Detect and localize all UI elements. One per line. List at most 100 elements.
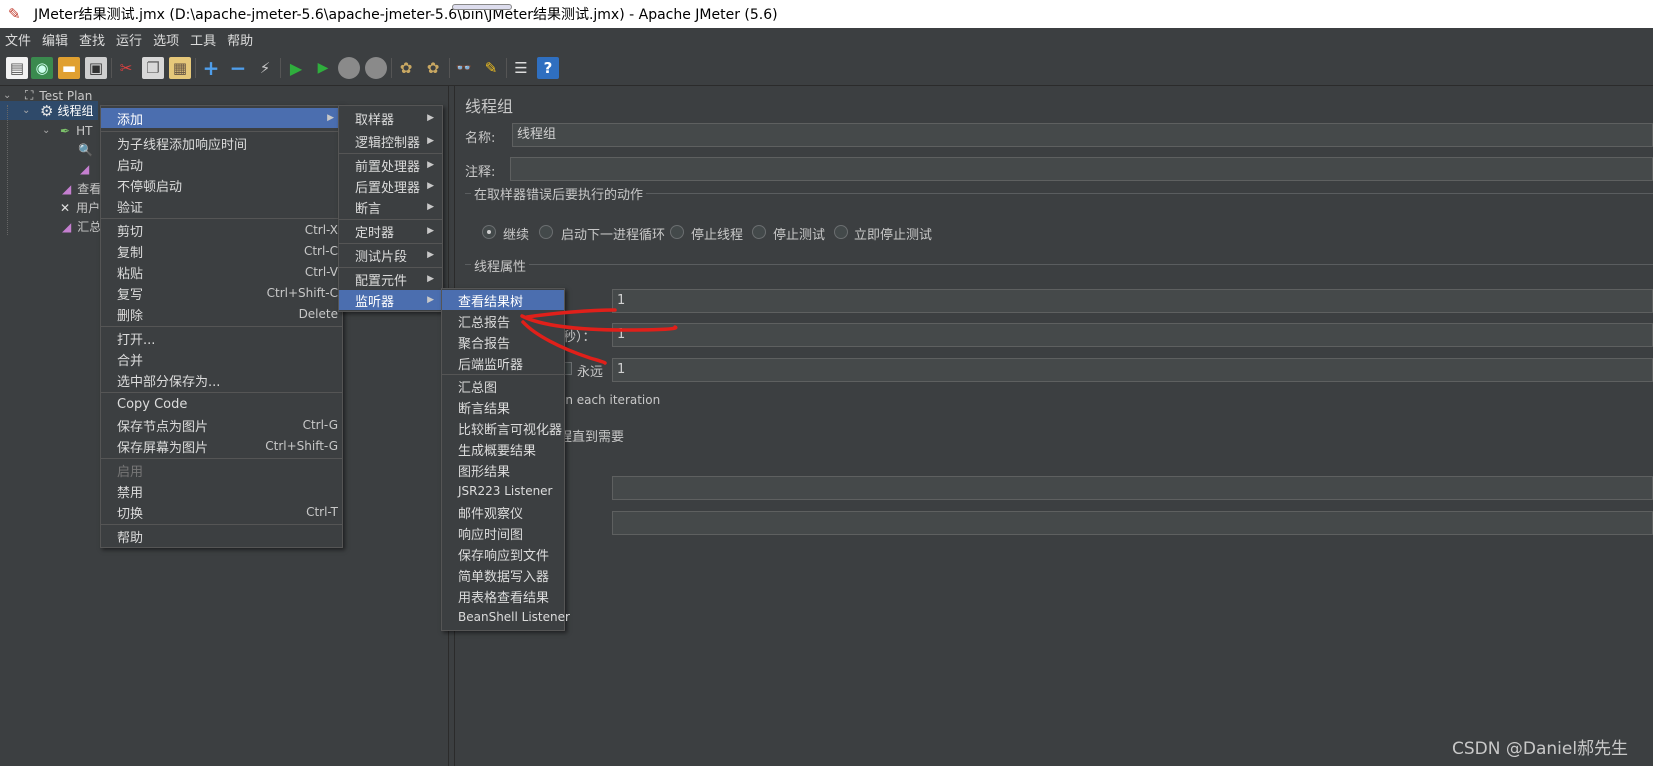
- menu-item-view-results-in-table[interactable]: 用表格查看结果: [442, 586, 564, 606]
- tree-item-view-results[interactable]: ◢ 查看: [0, 179, 101, 198]
- open-icon[interactable]: ▬: [58, 57, 80, 79]
- tree-item-thread-group[interactable]: ⌄ ⚙ 线程组: [0, 101, 98, 120]
- collapse-icon[interactable]: −: [227, 56, 249, 80]
- menu-item-save-screen-image[interactable]: 保存屏幕为图片 Ctrl+Shift-G: [101, 436, 342, 456]
- menu-item-start[interactable]: 启动: [101, 154, 342, 174]
- menu-item-test-fragment[interactable]: 测试片段 ▶: [339, 245, 442, 265]
- menu-help[interactable]: 帮助: [222, 30, 259, 49]
- clear-icon[interactable]: ✿: [395, 57, 417, 79]
- menu-item-comparison-assertion-visualizer[interactable]: 比较断言可视化器: [442, 418, 564, 438]
- radio-stop-thread[interactable]: [670, 225, 684, 239]
- function-helper-icon[interactable]: ☰: [510, 57, 532, 79]
- help-icon[interactable]: ?: [537, 57, 559, 79]
- menu-item-aggregate-report[interactable]: 聚合报告: [442, 332, 564, 352]
- menu-edit[interactable]: 编辑: [37, 30, 74, 49]
- menu-item-duplicate[interactable]: 复写 Ctrl+Shift-C: [101, 283, 342, 303]
- menu-item-start-no-pauses[interactable]: 不停顿启动: [101, 175, 342, 195]
- tree-item-listener-1[interactable]: 🔍: [78, 140, 98, 159]
- menu-item-sampler[interactable]: 取样器 ▶: [339, 108, 442, 128]
- new-icon[interactable]: ▤: [6, 57, 28, 79]
- menu-item-generate-summary-results[interactable]: 生成概要结果: [442, 439, 564, 459]
- menu-item-view-results-tree[interactable]: 查看结果树: [442, 290, 564, 310]
- menu-item-summary-report[interactable]: 汇总报告: [442, 311, 564, 331]
- copy-icon[interactable]: ❐: [142, 57, 164, 79]
- tree-item-http-sampler[interactable]: ⌄ ✒ HT: [0, 121, 98, 140]
- tree-item-summary[interactable]: ◢ 汇总: [0, 217, 101, 236]
- radio-stop-test[interactable]: [752, 225, 766, 239]
- chevron-down-icon[interactable]: ⌄: [22, 105, 36, 116]
- menu-item-delete[interactable]: 删除 Delete: [101, 304, 342, 324]
- menu-file[interactable]: 文件: [0, 30, 37, 49]
- menu-item-paste[interactable]: 粘贴 Ctrl-V: [101, 262, 342, 282]
- duration-field[interactable]: [612, 476, 1653, 500]
- menu-item-disable[interactable]: 禁用: [101, 481, 342, 501]
- menu-item-beanshell-listener[interactable]: BeanShell Listener: [442, 607, 570, 627]
- expand-icon[interactable]: +: [200, 56, 222, 80]
- menu-run[interactable]: 运行: [111, 30, 148, 49]
- tree-item-listener-2[interactable]: ◢: [80, 159, 98, 178]
- radio-continue[interactable]: [482, 225, 496, 239]
- menu-item-timer[interactable]: 定时器 ▶: [339, 221, 442, 241]
- shutdown-icon[interactable]: [365, 57, 387, 79]
- clear-all-icon[interactable]: ✿: [422, 57, 444, 79]
- menu-item-aggregate-graph[interactable]: 汇总图: [442, 376, 564, 396]
- name-field[interactable]: 线程组: [512, 123, 1653, 147]
- reset-search-icon[interactable]: ✎: [480, 57, 502, 79]
- menu-item-toggle[interactable]: 切换 Ctrl-T: [101, 502, 342, 522]
- rampup-field[interactable]: 1: [612, 323, 1653, 347]
- comment-field[interactable]: [510, 157, 1653, 181]
- menu-item-graph-results[interactable]: 图形结果: [442, 460, 564, 480]
- user-params-icon: ✕: [60, 200, 71, 215]
- menu-item-post-processors[interactable]: 后置处理器 ▶: [339, 176, 442, 196]
- startup-delay-field[interactable]: [612, 511, 1653, 535]
- chevron-down-icon[interactable]: ⌄: [3, 90, 17, 101]
- menu-item-copy[interactable]: 复制 Ctrl-C: [101, 241, 342, 261]
- loop-count-field[interactable]: 1: [612, 358, 1653, 382]
- menu-item-validate[interactable]: 验证: [101, 196, 342, 216]
- menu-item-cut[interactable]: 剪切 Ctrl-X: [101, 220, 342, 240]
- menu-tools[interactable]: 工具: [185, 30, 222, 49]
- radio-start-next-loop[interactable]: [539, 225, 553, 239]
- menu-item-save-node-image[interactable]: 保存节点为图片 Ctrl-G: [101, 415, 342, 435]
- start-no-pauses-icon[interactable]: ▶: [312, 57, 334, 79]
- listener-submenu: 查看结果树 汇总报告 聚合报告 后端监听器 汇总图 断言结果 比较断言可视化器 …: [441, 288, 570, 631]
- menu-item-config-element[interactable]: 配置元件 ▶: [339, 269, 442, 289]
- menu-item-simple-data-writer[interactable]: 简单数据写入器: [442, 565, 564, 585]
- menu-item-assertion-results[interactable]: 断言结果: [442, 397, 564, 417]
- cut-icon[interactable]: ✂: [115, 57, 137, 79]
- num-threads-field[interactable]: 1: [612, 289, 1653, 313]
- menu-item-merge[interactable]: 合并: [101, 349, 342, 369]
- radio-stop-test-label: 停止测试: [773, 228, 826, 243]
- menu-item-assertions[interactable]: 断言 ▶: [339, 197, 442, 217]
- chevron-right-icon: ▶: [427, 136, 434, 146]
- chevron-down-icon[interactable]: ⌄: [42, 125, 56, 136]
- radio-stop-test-now[interactable]: [834, 225, 848, 239]
- stop-icon[interactable]: [338, 57, 360, 79]
- menu-item-help[interactable]: 帮助: [101, 526, 342, 546]
- menu-item-response-time-graph[interactable]: 响应时间图: [442, 523, 564, 543]
- menu-item-copy-code[interactable]: Copy Code: [101, 394, 342, 414]
- menu-item-listener[interactable]: 监听器 ▶: [339, 290, 442, 310]
- menu-item-save-responses-to-file[interactable]: 保存响应到文件: [442, 544, 564, 564]
- menu-item-logic-controller[interactable]: 逻辑控制器 ▶: [339, 131, 442, 151]
- save-icon[interactable]: ▣: [85, 57, 107, 79]
- menu-item-pre-processors[interactable]: 前置处理器 ▶: [339, 155, 442, 175]
- menu-item-open[interactable]: 打开...: [101, 328, 342, 348]
- chevron-right-icon: ▶: [427, 160, 434, 170]
- menu-item-save-selection-as[interactable]: 选中部分保存为...: [101, 370, 342, 390]
- name-label: 名称:: [465, 131, 496, 146]
- menu-options[interactable]: 选项: [148, 30, 185, 49]
- menu-item-add-think-times[interactable]: 为子线程添加响应时间: [101, 133, 342, 153]
- templates-icon[interactable]: ◉: [31, 57, 53, 79]
- start-icon[interactable]: ▶: [285, 57, 307, 79]
- paste-icon[interactable]: ▦: [169, 57, 191, 79]
- toggle-icon[interactable]: ⚡: [254, 57, 276, 79]
- menu-search[interactable]: 查找: [74, 30, 111, 49]
- menu-item-jsr223-listener[interactable]: JSR223 Listener: [442, 481, 564, 501]
- search-icon[interactable]: 👓: [453, 57, 475, 79]
- title-drag-handle[interactable]: [452, 4, 512, 10]
- menu-item-backend-listener[interactable]: 后端监听器: [442, 353, 564, 373]
- tree-item-user-params[interactable]: ✕ 用户: [0, 198, 100, 217]
- menu-item-add[interactable]: 添加 ▶: [101, 108, 342, 128]
- menu-item-mailer-visualizer[interactable]: 邮件观察仪: [442, 502, 564, 522]
